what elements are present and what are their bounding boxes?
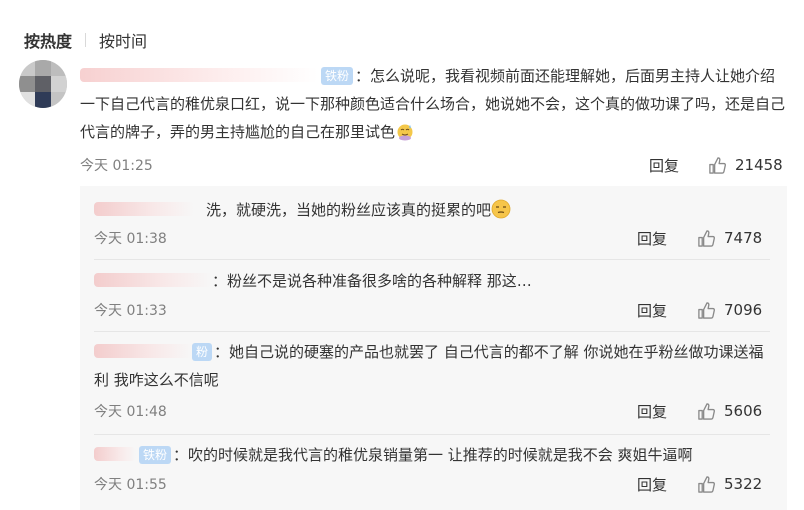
comment-time: 今天 01:25 [80,158,153,174]
like-button[interactable]: 5606 [697,402,762,421]
reply-button[interactable]: 回复 [637,474,667,495]
tab-sort-by-hot[interactable]: 按热度 [24,28,72,52]
like-count: 5322 [724,475,763,493]
reply-meta: 今天 01:55 回复 5322 [94,472,774,496]
main-comment-meta: 今天 01:25 回复 21458 [80,153,790,177]
reply-time: 今天 01:48 [94,404,167,420]
divider [94,331,770,332]
reply-text: ：吹的时候就是我代言的稚优泉销量第一 让推荐的时候就是我不会 爽姐牛逼啊 [173,446,693,464]
like-count: 7096 [724,301,763,319]
fan-badge: 粉 [192,343,213,361]
redacted-username[interactable] [80,68,318,82]
avatar[interactable] [19,60,67,108]
reply-text: 洗，就硬洗，当她的粉丝应该真的挺累的吧 [206,201,492,219]
divider [94,434,770,435]
thumbs-up-icon [698,229,715,247]
like-button[interactable]: 21458 [708,156,783,175]
reply-time: 今天 01:38 [94,231,167,247]
reply-time: 今天 01:33 [94,303,167,319]
reply-item: 洗，就硬洗，当她的粉丝应该真的挺累的吧 [94,196,774,224]
divider [94,259,770,260]
thumbs-up-icon [709,156,726,174]
reply-time: 今天 01:55 [94,477,167,493]
redacted-username[interactable] [94,447,136,461]
tab-divider [85,33,87,47]
sub-replies: 洗，就硬洗，当她的粉丝应该真的挺累的吧 今天 01:38 回复 7478 ：粉丝… [80,186,787,510]
sort-tabs: 按热度 按时间 [24,28,147,52]
thumbs-up-icon [698,301,715,319]
redacted-username[interactable] [94,202,194,216]
main-comment: 铁粉 ：怎么说呢，我看视频前面还能理解她，后面男主持人让她介绍一下自己代言的稚优泉… [80,62,790,146]
redacted-username[interactable] [94,344,192,358]
like-count: 5606 [724,402,763,420]
reply-text: ：粉丝不是说各种准备很多啥的各种解释 那这… [212,272,532,290]
redacted-username[interactable] [94,273,212,287]
smirk-emoji [491,199,511,219]
sweat-emoji [397,124,413,141]
like-button[interactable]: 7096 [697,301,762,320]
reply-meta: 今天 01:38 回复 7478 [94,226,774,250]
fan-badge: 铁粉 [321,67,354,85]
thumbs-up-icon [698,475,715,493]
reply-button[interactable]: 回复 [637,228,667,249]
reply-meta: 今天 01:48 回复 5606 [94,399,774,423]
reply-button[interactable]: 回复 [637,401,667,422]
reply-meta: 今天 01:33 回复 7096 [94,298,774,322]
reply-item: 粉：她自己说的硬塞的产品也就罢了 自己代言的都不了解 你说她在乎粉丝做功课送福利… [94,338,774,394]
like-count: 21458 [735,156,783,174]
reply-button[interactable]: 回复 [637,300,667,321]
thumbs-up-icon [698,402,715,420]
reply-item: ：粉丝不是说各种准备很多啥的各种解释 那这… [94,267,774,295]
tab-sort-by-time[interactable]: 按时间 [99,28,147,52]
like-button[interactable]: 5322 [697,475,762,494]
like-button[interactable]: 7478 [697,229,762,248]
like-count: 7478 [724,229,763,247]
reply-item: 铁粉 ：吹的时候就是我代言的稚优泉销量第一 让推荐的时候就是我不会 爽姐牛逼啊 [94,441,774,469]
reply-button[interactable]: 回复 [649,155,679,176]
fan-badge: 铁粉 [139,446,172,464]
